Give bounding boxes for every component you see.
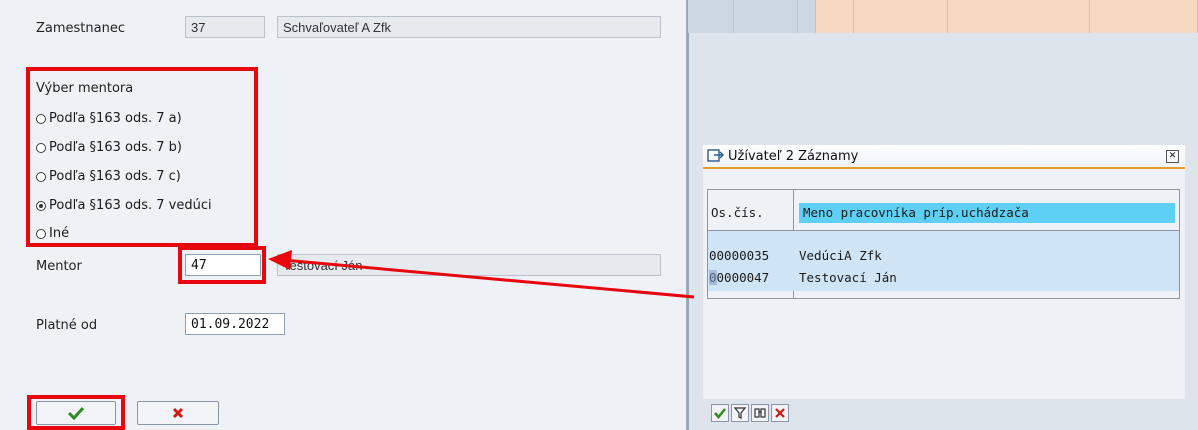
annotation-arrow: [268, 250, 695, 299]
